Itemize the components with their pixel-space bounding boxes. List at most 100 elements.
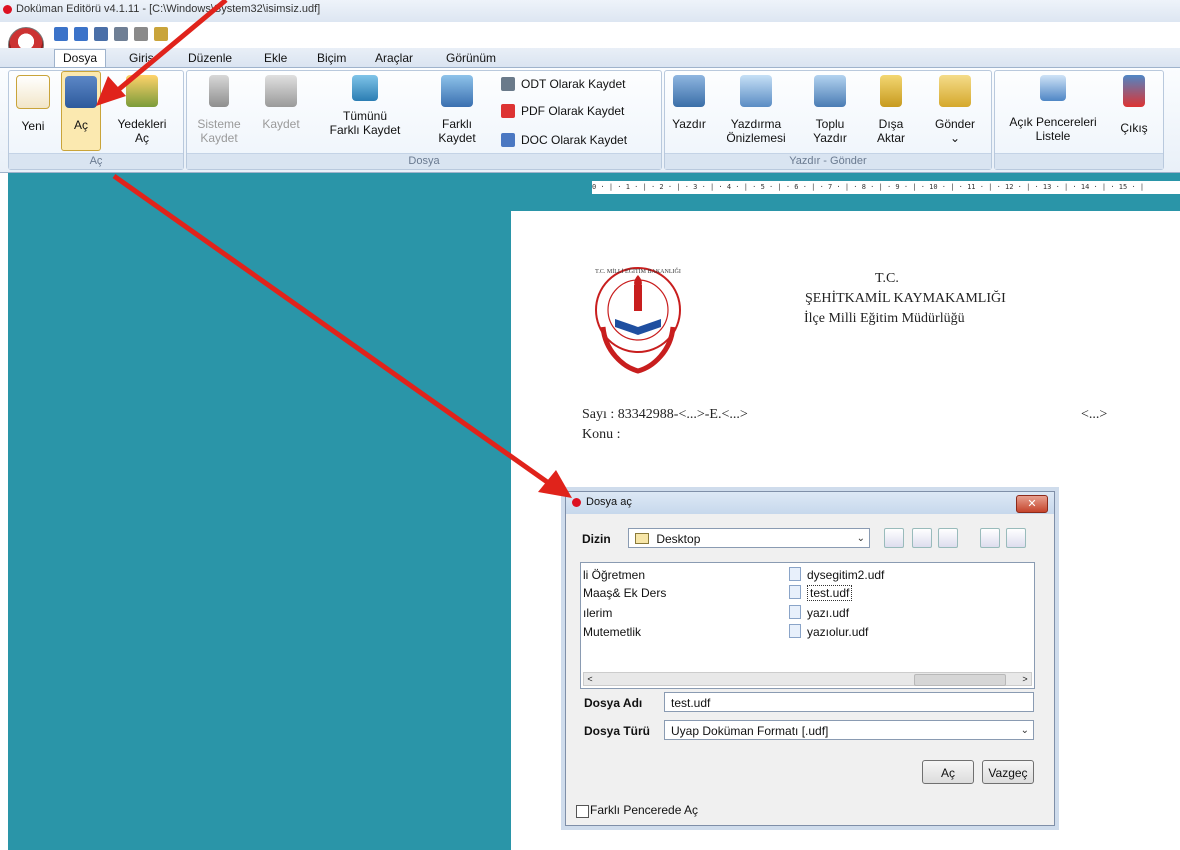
file-list[interactable]: li Öğretmen Maaş& Ek Ders ılerim Mutemet… — [580, 562, 1035, 689]
cikis-label: Çıkış — [1120, 121, 1148, 135]
scroll-right-icon[interactable]: > — [1019, 673, 1031, 685]
yazdir-button[interactable]: Yazdır — [669, 75, 709, 131]
onizleme-label-2: Önizlemesi — [726, 131, 786, 145]
list-item[interactable]: dysegitim2.udf — [789, 567, 884, 583]
redo-icon[interactable] — [74, 27, 88, 41]
ac-dialog-button[interactable]: Aç — [922, 760, 974, 784]
chevron-down-icon[interactable]: ⌄ — [931, 131, 979, 145]
floppy-save-icon — [265, 75, 297, 107]
yedekleri-ac-button[interactable]: Yedekleri Aç — [111, 75, 173, 145]
scroll-left-icon[interactable]: < — [584, 673, 596, 685]
dosya-adi-input[interactable]: test.udf — [664, 692, 1034, 712]
kaydet-label: Kaydet — [262, 117, 300, 131]
vazgec-button[interactable]: Vazgeç — [982, 760, 1034, 784]
list-item[interactable]: yazıolur.udf — [789, 624, 868, 640]
yedekleri-label-1: Yedekleri — [117, 117, 167, 131]
doc-konu: Konu : — [582, 427, 621, 442]
backup-open-icon — [126, 75, 158, 107]
scroll-thumb[interactable] — [914, 674, 1006, 686]
exit-door-icon — [1123, 75, 1145, 107]
doc-sayi-right: <...> — [1081, 407, 1108, 422]
doc-kaydet-button[interactable]: DOC Olarak Kaydet — [499, 131, 627, 149]
folder-icon — [635, 533, 649, 544]
open-file-dialog: Dosya aç ✕ Dizin Desktop ⌄ li Öğretmen M… — [565, 491, 1055, 826]
sisteme-label-1: Sisteme — [197, 117, 241, 131]
farkli-pencere-checkbox[interactable] — [576, 805, 589, 818]
yazdirma-onizlemesi-button[interactable]: Yazdırma Önizlemesi — [723, 75, 789, 145]
farkli-kaydet-button[interactable]: Farklı Kaydet — [433, 75, 481, 145]
doc-header-tc: T.C. — [875, 271, 899, 286]
ribbon-tabs: Dosya Giriş Düzenle Ekle Biçim Araçlar G… — [0, 48, 1180, 68]
up-folder-icon[interactable] — [884, 528, 904, 548]
system-save-icon[interactable] — [134, 27, 148, 41]
doc-header-mudurluk: İlçe Milli Eğitim Müdürlüğü — [804, 311, 965, 326]
acik-label-2: Listele — [1035, 129, 1071, 143]
farkli-label-1: Farklı — [442, 117, 472, 131]
list-view-icon[interactable] — [980, 528, 1000, 548]
title-bar: Doküman Editörü v4.1.11 - [C:\Windows\Sy… — [0, 0, 1180, 22]
toplu-yazdir-button[interactable]: Toplu Yazdır — [807, 75, 853, 145]
open-icon[interactable] — [94, 27, 108, 41]
ac-button[interactable]: Aç — [61, 71, 101, 151]
toplu-label-2: Yazdır — [813, 131, 847, 145]
batch-print-icon — [814, 75, 846, 107]
tab-bicim[interactable]: Biçim — [309, 50, 354, 67]
envelope-clip-icon — [939, 75, 971, 107]
quick-access-toolbar — [54, 25, 168, 43]
tab-dosya[interactable]: Dosya — [54, 49, 107, 67]
undo-icon[interactable] — [54, 27, 68, 41]
dosya-turu-value: Uyap Doküman Formatı [.udf] — [671, 724, 829, 738]
tab-gorunum[interactable]: Görünüm — [438, 50, 504, 67]
group-yazdir-gonder: Yazdır Yazdırma Önizlemesi Toplu Yazdır … — [664, 70, 992, 170]
new-folder-icon[interactable] — [938, 528, 958, 548]
tab-duzenle[interactable]: Düzenle — [180, 50, 240, 67]
group-ac-label: Aç — [9, 153, 183, 169]
home-icon[interactable] — [912, 528, 932, 548]
save-as-icon — [441, 75, 473, 107]
close-button[interactable]: ✕ — [1016, 495, 1048, 513]
yeni-button[interactable]: Yeni — [13, 75, 53, 133]
group-pencere: Açık Pencereleri Listele Çıkış — [994, 70, 1164, 170]
list-item[interactable]: Maaş& Ek Ders — [583, 585, 666, 601]
dizin-value: Desktop — [656, 532, 701, 546]
acik-pencereleri-listele-button[interactable]: Açık Pencereleri Listele — [1003, 75, 1103, 143]
odt-label: ODT Olarak Kaydet — [521, 77, 626, 91]
kaydet-button[interactable]: Kaydet — [259, 75, 303, 131]
dialog-title-bar[interactable]: Dosya aç ✕ — [566, 492, 1054, 514]
windows-list-icon — [1040, 75, 1066, 101]
group-pencere-label — [995, 153, 1163, 169]
gonder-button[interactable]: Gönder ⌄ — [931, 75, 979, 145]
pdf-kaydet-button[interactable]: PDF Olarak Kaydet — [499, 102, 624, 120]
tab-araclar[interactable]: Araçlar — [367, 50, 421, 67]
details-view-icon[interactable] — [1006, 528, 1026, 548]
yeni-label: Yeni — [21, 119, 45, 133]
toplu-label-1: Toplu — [815, 117, 845, 131]
edit-icon[interactable] — [154, 27, 168, 41]
gonder-label: Gönder — [934, 117, 976, 131]
list-item[interactable]: ılerim — [583, 605, 612, 621]
file-icon — [789, 605, 801, 619]
dosya-turu-select[interactable]: Uyap Doküman Formatı [.udf] ⌄ — [664, 720, 1034, 740]
list-item-selected[interactable]: test.udf — [789, 585, 853, 601]
save-icon[interactable] — [114, 27, 128, 41]
tumunu-farkli-kaydet-button[interactable]: Tümünü Farklı Kaydet — [317, 75, 413, 137]
cikis-button[interactable]: Çıkış — [1115, 75, 1153, 135]
list-item[interactable]: li Öğretmen — [583, 567, 645, 583]
meb-logo: T.C. MİLLİ EĞİTİM BAKANLIĞI — [595, 267, 681, 374]
dizin-label: Dizin — [582, 532, 611, 546]
horizontal-ruler[interactable]: 0 · | · 1 · | · 2 · | · 3 · | · 4 · | · … — [592, 181, 1180, 194]
list-item[interactable]: yazı.udf — [789, 605, 849, 621]
tab-ekle[interactable]: Ekle — [256, 50, 295, 67]
file-icon — [789, 585, 801, 599]
disa-aktar-button[interactable]: Dışa Aktar — [871, 75, 911, 145]
odt-kaydet-button[interactable]: ODT Olarak Kaydet — [499, 75, 625, 93]
yedekleri-label-2: Aç — [134, 131, 149, 145]
pdf-icon — [501, 104, 515, 118]
list-item[interactable]: Mutemetlik — [583, 624, 641, 640]
app-icon — [3, 5, 12, 14]
tab-giris[interactable]: Giriş — [121, 50, 162, 67]
horizontal-scrollbar[interactable]: < > — [583, 672, 1032, 686]
dosya-turu-label: Dosya Türü — [584, 724, 651, 738]
dizin-select[interactable]: Desktop ⌄ — [628, 528, 870, 548]
sisteme-kaydet-button[interactable]: Sisteme Kaydet — [195, 75, 243, 145]
